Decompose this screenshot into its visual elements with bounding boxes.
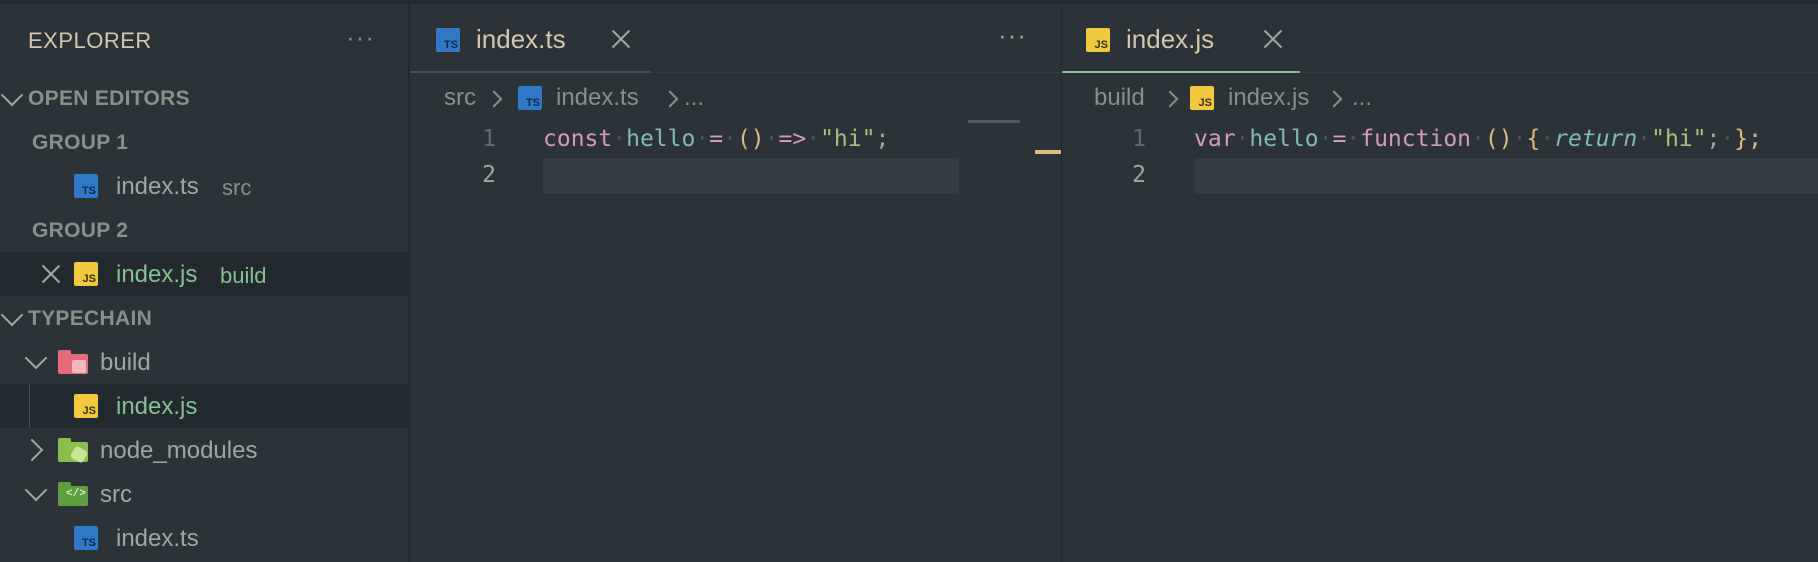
javascript-file-icon: JS <box>1086 28 1110 52</box>
group-1-label: GROUP 1 <box>32 131 129 154</box>
line-number: 2 <box>482 162 496 188</box>
overview-ruler-marker <box>1035 150 1061 154</box>
chevron-right-icon <box>1325 90 1343 108</box>
open-editors-section-header[interactable]: OPEN EDITORS <box>0 76 408 120</box>
tree-folder-label: node_modules <box>100 437 258 464</box>
editor-group-1: TS index.ts ··· src TS index.ts ... 1 2 … <box>410 4 1062 562</box>
chevron-down-icon <box>24 478 48 502</box>
tree-folder-node-modules[interactable]: node_modules <box>0 428 408 472</box>
explorer-more-actions-icon[interactable]: ··· <box>346 22 375 53</box>
tab-label: index.ts <box>476 24 566 54</box>
typescript-file-icon: TS <box>74 174 98 198</box>
open-editor-dir: src <box>222 175 252 200</box>
tree-indent-guide <box>29 384 30 428</box>
tab-index-ts[interactable]: TS index.ts <box>410 4 650 73</box>
group-2-label: GROUP 2 <box>32 219 129 242</box>
breadcrumb-folder[interactable]: src <box>444 84 476 112</box>
tree-file-src-index-ts[interactable]: TS index.ts <box>0 516 408 560</box>
group-1-header[interactable]: GROUP 1 <box>0 120 408 164</box>
current-line-highlight <box>543 158 959 194</box>
breadcrumb-file[interactable]: index.js <box>1228 84 1309 112</box>
breadcrumb-file[interactable]: index.ts <box>556 84 639 112</box>
javascript-file-icon: JS <box>74 394 98 418</box>
breadcrumb-symbols[interactable]: ... <box>1352 84 1372 112</box>
close-icon[interactable] <box>610 28 632 50</box>
tree-folder-label: src <box>100 481 132 508</box>
explorer-title: EXPLORER <box>28 28 152 53</box>
line-number: 1 <box>1132 126 1146 152</box>
line-number: 2 <box>1132 162 1146 188</box>
typescript-file-icon: TS <box>436 28 460 52</box>
node-modules-folder-icon <box>58 438 89 464</box>
tree-folder-src[interactable]: </> src <box>0 472 408 516</box>
open-editor-dir: build <box>220 263 267 288</box>
tab-index-js[interactable]: JS index.js <box>1062 4 1300 73</box>
breadcrumb: build JS index.js ... <box>1062 74 1818 124</box>
breadcrumb: src TS index.ts ... <box>410 74 1061 124</box>
open-editor-item-index-ts[interactable]: TS index.ts src <box>0 164 408 208</box>
minimap[interactable] <box>968 120 1020 123</box>
chevron-down-icon <box>0 83 24 107</box>
breadcrumb-folder[interactable]: build <box>1094 84 1145 112</box>
line-number: 1 <box>482 126 496 152</box>
project-section-header[interactable]: TYPECHAIN <box>0 296 408 340</box>
open-editor-filename: index.ts <box>116 173 199 200</box>
tab-bar: JS index.js <box>1062 4 1818 73</box>
current-line-highlight <box>1194 158 1818 194</box>
explorer-header: EXPLORER ··· <box>0 4 408 76</box>
code-line-1: const·hello·=·()·=>·"hi"; <box>543 126 890 152</box>
breadcrumb-symbols[interactable]: ... <box>684 84 704 112</box>
javascript-file-icon: JS <box>1190 86 1214 110</box>
tree-folder-label: build <box>100 349 151 376</box>
editor-group-2: JS index.js build JS index.js ... 1 2 va… <box>1062 4 1818 562</box>
tab-bar: TS index.ts ··· <box>410 4 1061 73</box>
chevron-right-icon <box>485 90 503 108</box>
chevron-right-icon <box>1161 90 1179 108</box>
group-2-header[interactable]: GROUP 2 <box>0 208 408 252</box>
project-label: TYPECHAIN <box>28 307 153 330</box>
tree-file-build-index-js[interactable]: JS index.js <box>0 384 408 428</box>
typescript-file-icon: TS <box>74 526 98 550</box>
close-icon[interactable] <box>40 263 62 285</box>
close-icon[interactable] <box>1262 28 1284 50</box>
open-editors-label: OPEN EDITORS <box>28 87 190 110</box>
chevron-down-icon <box>24 346 48 370</box>
chevron-right-icon <box>661 90 679 108</box>
chevron-down-icon <box>0 303 24 327</box>
open-editor-filename: index.js <box>116 261 198 288</box>
editor-more-actions-icon[interactable]: ··· <box>998 20 1027 51</box>
tree-folder-build[interactable]: build <box>0 340 408 384</box>
typescript-file-icon: TS <box>518 86 542 110</box>
explorer-sidebar: EXPLORER ··· OPEN EDITORS GROUP 1 TS ind… <box>0 4 410 562</box>
tree-file-label: index.js <box>116 393 198 420</box>
javascript-file-icon: JS <box>74 262 98 286</box>
tab-label: index.js <box>1126 24 1215 54</box>
tree-file-label: index.ts <box>116 525 199 552</box>
code-line-1: var·hello·=·function·()·{·return·"hi";·}… <box>1194 126 1762 152</box>
build-folder-icon <box>58 350 88 374</box>
src-folder-icon: </> <box>58 482 88 506</box>
chevron-right-icon <box>20 438 44 462</box>
open-editor-item-index-js[interactable]: JS index.js build <box>0 252 408 296</box>
